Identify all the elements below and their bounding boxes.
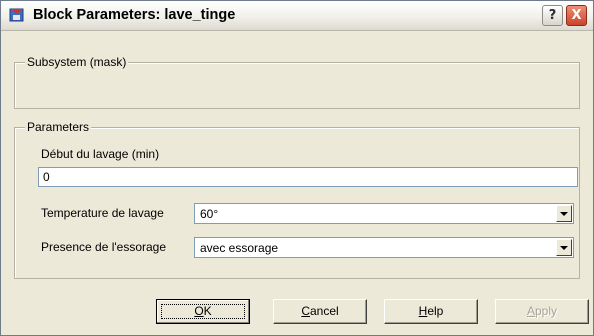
help-label-rest: elp <box>427 304 444 318</box>
block-parameters-dialog: Block Parameters: lave_tinge ? X Subsyst… <box>0 0 594 336</box>
subsystem-label: Subsystem (mask) <box>25 55 129 69</box>
start-time-input[interactable]: 0 <box>38 167 578 187</box>
subsystem-group: Subsystem (mask) <box>14 55 580 109</box>
cancel-label-rest: ancel <box>309 304 339 318</box>
focus-rectangle <box>161 304 245 319</box>
simulink-block-icon <box>9 8 24 22</box>
spin-value: avec essorage <box>200 241 279 255</box>
temperature-value: 60° <box>200 207 219 221</box>
apply-button: Apply <box>495 299 589 324</box>
cancel-mnemonic: C <box>301 304 310 318</box>
cancel-button[interactable]: Cancel <box>273 299 367 324</box>
spin-label: Presence de l'essorage <box>41 240 167 254</box>
ok-button[interactable]: OK <box>156 299 250 324</box>
help-icon[interactable]: ? <box>542 5 563 26</box>
apply-mnemonic: A <box>526 304 535 318</box>
title-bar[interactable]: Block Parameters: lave_tinge ? X <box>1 1 593 31</box>
chevron-down-icon[interactable] <box>556 239 572 256</box>
apply-label-rest: pply <box>535 304 558 318</box>
start-time-label: Début du lavage (min) <box>41 147 160 161</box>
chevron-down-icon[interactable] <box>556 205 572 222</box>
close-icon[interactable]: X <box>566 5 587 26</box>
spin-select[interactable]: avec essorage <box>194 237 574 258</box>
window-title: Block Parameters: lave_tinge <box>33 7 236 23</box>
temperature-label: Temperature de lavage <box>41 206 164 220</box>
help-button[interactable]: Help <box>384 299 478 324</box>
parameters-label: Parameters <box>25 120 92 134</box>
temperature-select[interactable]: 60° <box>194 203 574 224</box>
